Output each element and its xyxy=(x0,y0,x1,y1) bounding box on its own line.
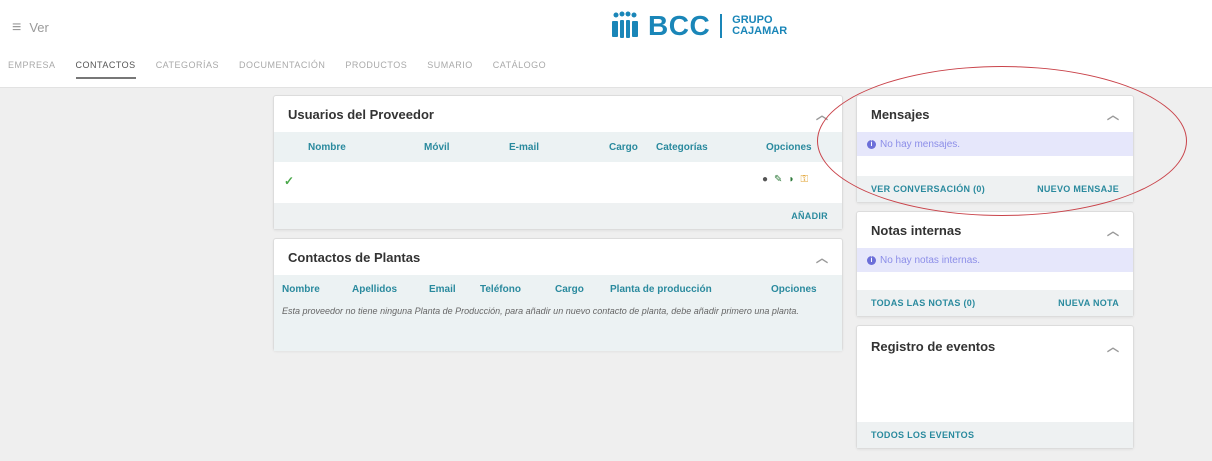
col-email: E-mail xyxy=(509,141,540,153)
col-email: Email xyxy=(429,283,456,295)
todos-eventos-button[interactable]: TODOS LOS EVENTOS xyxy=(871,430,974,440)
contactos-title: Contactos de Plantas xyxy=(288,249,421,265)
tab-documentacion[interactable]: DOCUMENTACIÓN xyxy=(239,60,325,79)
usuarios-title: Usuarios del Proveedor xyxy=(288,106,434,122)
usuarios-card: Usuarios del Proveedor ︿ Nombre Móvil E-… xyxy=(273,95,843,230)
tab-empresa[interactable]: EMPRESA xyxy=(8,60,56,79)
top-bar: ≡ Ver BCC GRUPO CAJAMAR EMPRESA CONTACTO… xyxy=(0,0,1212,88)
mensajes-footer: VER CONVERSACIÓN (0) NUEVO MENSAJE xyxy=(857,176,1133,202)
ver-conversacion-button[interactable]: VER CONVERSACIÓN (0) xyxy=(871,184,985,194)
contactos-card: Contactos de Plantas ︿ Nombre Apellidos … xyxy=(273,238,843,351)
brand-separator xyxy=(720,14,723,38)
tab-sumario[interactable]: SUMARIO xyxy=(427,60,473,79)
info-icon: i xyxy=(867,139,876,149)
col-movil: Móvil xyxy=(424,141,450,153)
usuarios-footer: AÑADIR xyxy=(274,203,842,229)
col-nombre: Nombre xyxy=(282,283,320,295)
registro-footer: TODOS LOS EVENTOS xyxy=(857,422,1133,448)
pencil-icon[interactable]: ✎ xyxy=(774,174,782,185)
rss-icon[interactable]: ◗ xyxy=(788,174,794,185)
chevron-up-icon[interactable]: ︿ xyxy=(1107,106,1119,123)
col-telefono: Teléfono xyxy=(480,283,521,295)
bcc-logo-icon xyxy=(612,11,638,38)
notas-header: Notas internas ︿ xyxy=(857,212,1133,248)
col-nombre: Nombre xyxy=(308,141,346,153)
tab-contactos[interactable]: CONTACTOS xyxy=(75,60,136,79)
mensajes-card: Mensajes ︿ i No hay mensajes. VER CONVER… xyxy=(856,95,1134,203)
add-button[interactable]: AÑADIR xyxy=(791,211,828,221)
notas-footer: TODAS LAS NOTAS (0) NUEVA NOTA xyxy=(857,290,1133,316)
chevron-up-icon[interactable]: ︿ xyxy=(816,249,828,266)
col-apellidos: Apellidos xyxy=(352,283,398,295)
registro-card: Registro de eventos ︿ TODOS LOS EVENTOS xyxy=(856,325,1134,449)
contactos-table-header: Nombre Apellidos Email Teléfono Cargo Pl… xyxy=(274,275,842,303)
chevron-up-icon[interactable]: ︿ xyxy=(1107,338,1119,355)
usuarios-header: Usuarios del Proveedor ︿ xyxy=(274,96,842,132)
empty-message: Esta proveedor no tiene ninguna Planta d… xyxy=(282,306,799,316)
registro-header: Registro de eventos ︿ xyxy=(857,326,1133,366)
contactos-header: Contactos de Plantas ︿ xyxy=(274,239,842,275)
col-categorias: Categorías xyxy=(656,141,708,153)
menu-label: Ver xyxy=(29,20,49,35)
mensajes-title: Mensajes xyxy=(871,106,930,122)
chevron-up-icon[interactable]: ︿ xyxy=(1107,222,1119,239)
registro-title: Registro de eventos xyxy=(871,338,996,354)
tab-productos[interactable]: PRODUCTOS xyxy=(345,60,407,79)
section-tabs: EMPRESA CONTACTOS CATEGORÍAS DOCUMENTACI… xyxy=(8,60,546,79)
check-icon: ✓ xyxy=(284,174,295,188)
mensajes-info-text: No hay mensajes. xyxy=(880,138,961,150)
chevron-up-icon[interactable]: ︿ xyxy=(816,106,828,123)
notas-title: Notas internas xyxy=(871,222,962,238)
usuarios-table-header: Nombre Móvil E-mail Cargo Categorías Opc… xyxy=(274,132,842,162)
row-actions: ● ✎ ◗ ⚿ xyxy=(762,174,808,185)
contactos-table: Nombre Apellidos Email Teléfono Cargo Pl… xyxy=(274,275,842,351)
todas-notas-button[interactable]: TODAS LAS NOTAS (0) xyxy=(871,298,975,308)
brand-group: GRUPO CAJAMAR xyxy=(732,15,787,37)
brand-name: BCC xyxy=(648,10,711,41)
col-opciones: Opciones xyxy=(771,283,817,295)
mensajes-header: Mensajes ︿ xyxy=(857,96,1133,132)
tab-catalogo[interactable]: CATÁLOGO xyxy=(493,60,546,79)
brand-group-line2: CAJAMAR xyxy=(732,25,788,37)
notas-info: i No hay notas internas. xyxy=(857,248,1133,272)
col-planta: Planta de producción xyxy=(610,283,712,295)
nueva-nota-button[interactable]: NUEVA NOTA xyxy=(1058,298,1119,308)
notas-info-text: No hay notas internas. xyxy=(880,254,981,266)
hamburger-icon: ≡ xyxy=(12,18,22,36)
key-icon[interactable]: ⚿ xyxy=(800,174,808,185)
table-row: ✓ ● ✎ ◗ ⚿ xyxy=(274,162,842,202)
col-opciones: Opciones xyxy=(766,141,812,153)
tab-categorias[interactable]: CATEGORÍAS xyxy=(156,60,219,79)
info-icon: i xyxy=(867,255,876,265)
nuevo-mensaje-button[interactable]: NUEVO MENSAJE xyxy=(1037,184,1119,194)
brand-logo: BCC GRUPO CAJAMAR xyxy=(610,10,787,42)
notas-card: Notas internas ︿ i No hay notas internas… xyxy=(856,211,1134,317)
mensajes-info: i No hay mensajes. xyxy=(857,132,1133,156)
col-cargo: Cargo xyxy=(555,283,584,295)
col-cargo: Cargo xyxy=(609,141,638,153)
eye-icon[interactable]: ● xyxy=(762,174,768,185)
menu-button[interactable]: ≡ Ver xyxy=(12,18,49,36)
